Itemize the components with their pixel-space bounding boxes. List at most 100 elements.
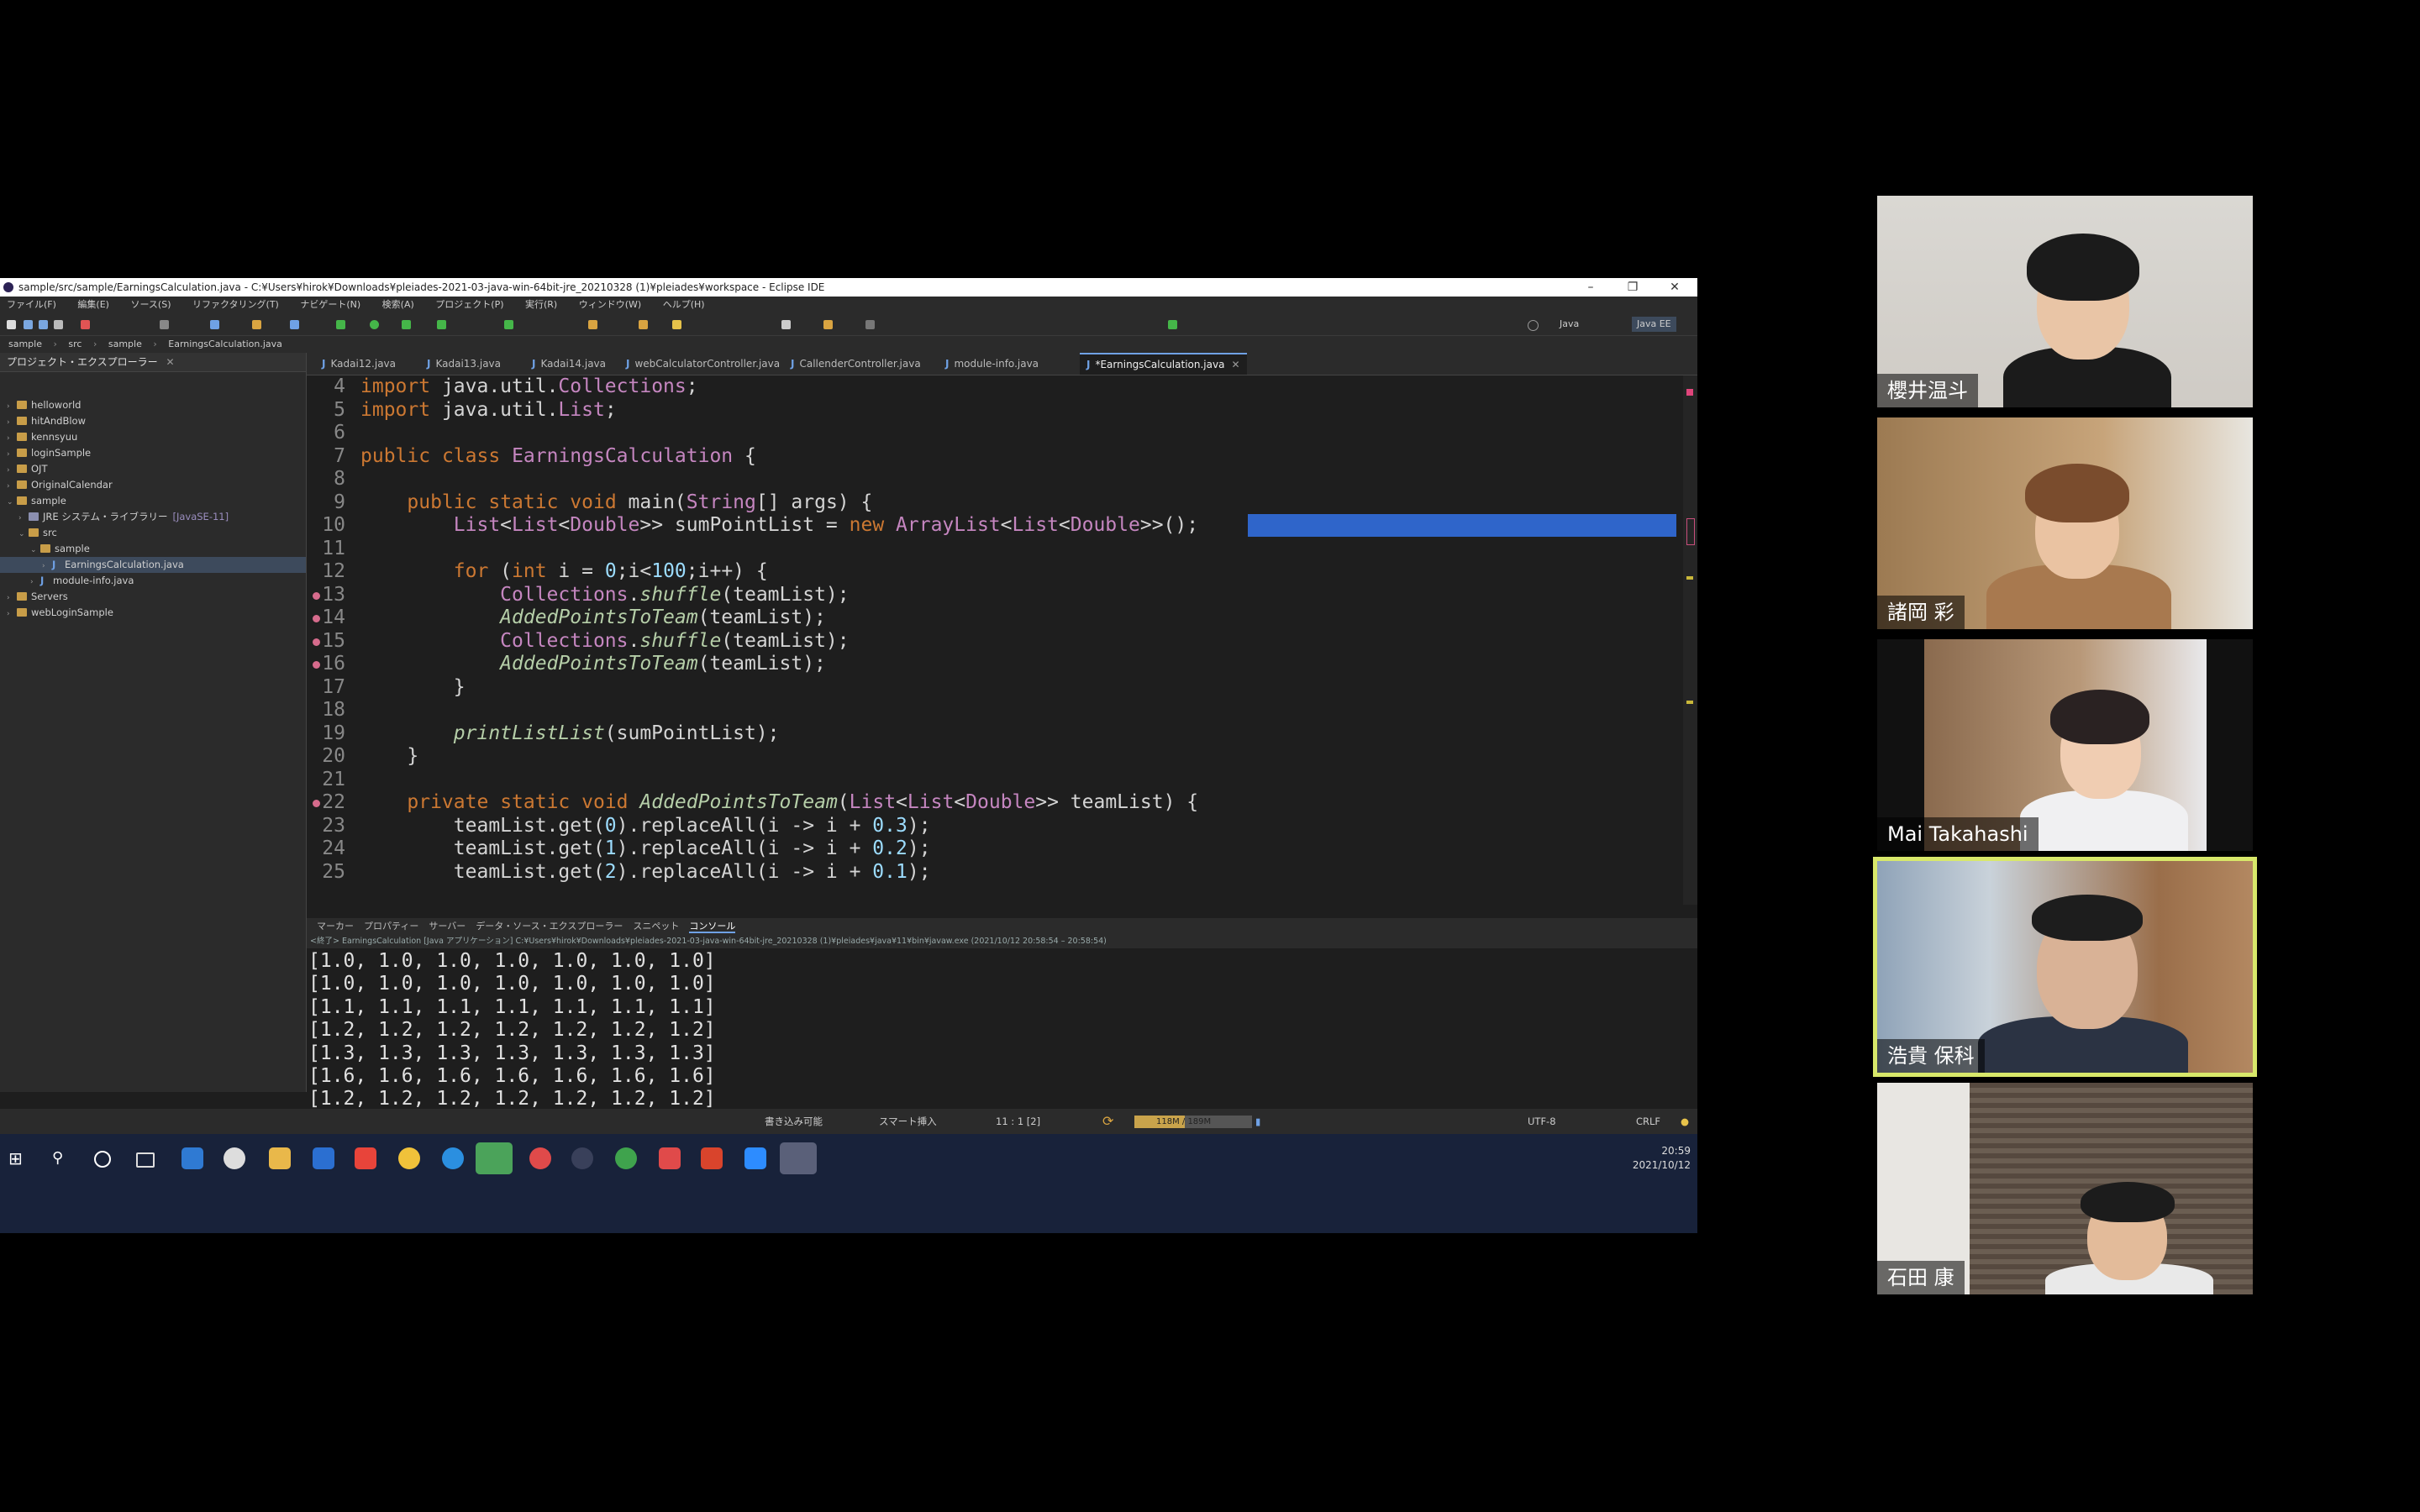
new-class-icon[interactable] xyxy=(252,320,261,329)
code-line[interactable]: 6 xyxy=(307,422,360,445)
line-icon[interactable] xyxy=(476,1142,513,1174)
code-line[interactable]: 5 import java.util.List; xyxy=(307,399,617,423)
tree-item[interactable]: › hitAndBlow xyxy=(0,413,306,429)
breakpoint-marker-icon[interactable] xyxy=(313,661,320,669)
code-line[interactable]: 14 AddedPointsToTeam(teamList); xyxy=(307,606,826,630)
code-line[interactable]: 13 Collections.shuffle(teamList); xyxy=(307,584,850,607)
close-button[interactable]: ✕ xyxy=(1655,278,1694,297)
menu-file[interactable]: ファイル(F) xyxy=(7,299,56,310)
change-marker[interactable] xyxy=(1686,518,1695,545)
breakpoint-marker-icon[interactable] xyxy=(313,638,320,646)
code-line[interactable]: 10 List<List<Double>> sumPointList = new… xyxy=(307,514,1676,538)
menu-edit[interactable]: 編集(E) xyxy=(77,299,109,310)
menu-window[interactable]: ウィンドウ(W) xyxy=(579,299,641,310)
open-type-icon[interactable] xyxy=(290,320,299,329)
editor-tab[interactable]: Jmodule-info.java xyxy=(939,353,1045,375)
taskbar-clock[interactable]: 20:59 2021/10/12 xyxy=(1633,1144,1691,1173)
search-toolbar-icon[interactable] xyxy=(210,320,219,329)
coverage-icon[interactable] xyxy=(437,320,446,329)
error-marker[interactable] xyxy=(1686,389,1693,396)
tree-item[interactable]: › Jmodule-info.java xyxy=(0,573,306,589)
code-editor[interactable]: 4 import java.util.Collections; 5 import ja… xyxy=(307,375,1685,905)
participant-tile-5[interactable]: 石田 康 xyxy=(1877,1083,2253,1294)
tree-item[interactable]: › kennsyuu xyxy=(0,429,306,445)
editor-overview-ruler[interactable] xyxy=(1683,375,1697,905)
restore-button[interactable]: ❐ xyxy=(1613,278,1652,297)
code-line[interactable]: 24 teamList.get(1).replaceAll(i -> i + 0… xyxy=(307,837,930,861)
participant-tile-1[interactable]: 櫻井温斗 xyxy=(1877,196,2253,407)
editor-tab[interactable]: J Kadai12.java xyxy=(315,353,402,375)
run-config-icon[interactable] xyxy=(402,320,411,329)
app-icon-circle[interactable] xyxy=(224,1147,245,1169)
menu-search[interactable]: 検索(A) xyxy=(382,299,414,310)
code-line[interactable]: 8 xyxy=(307,468,360,491)
run-icon[interactable] xyxy=(370,320,379,329)
editor-tab[interactable]: J CallenderController.java xyxy=(784,353,928,375)
participant-tile-2[interactable]: 諸岡 彩 xyxy=(1877,417,2253,629)
debug-icon[interactable] xyxy=(336,320,345,329)
minimize-button[interactable]: – xyxy=(1571,278,1610,297)
zoom-icon[interactable] xyxy=(744,1147,766,1169)
lightbulb-icon[interactable]: ● xyxy=(1681,1109,1689,1134)
breakpoint-marker-icon[interactable] xyxy=(313,800,320,807)
mark-occurrences-icon[interactable] xyxy=(672,320,681,329)
stop-icon[interactable] xyxy=(81,320,90,329)
settings-icon[interactable] xyxy=(780,1142,817,1174)
menu-project[interactable]: プロジェクト(P) xyxy=(435,299,503,310)
mail-icon[interactable] xyxy=(313,1147,334,1169)
console-output[interactable]: [1.0, 1.0, 1.0, 1.0, 1.0, 1.0, 1.0] [1.0,… xyxy=(307,950,1697,1110)
gmail-icon[interactable] xyxy=(355,1147,376,1169)
perspective-java-ee[interactable]: Java EE xyxy=(1632,317,1676,332)
breadcrumb-src[interactable]: src xyxy=(68,339,82,349)
code-line[interactable]: 17 } xyxy=(307,676,465,700)
external-tools-icon[interactable] xyxy=(504,320,513,329)
file-explorer-icon[interactable] xyxy=(269,1147,291,1169)
pin-editor-icon[interactable] xyxy=(1168,320,1177,329)
editor-tab[interactable]: J Kadai13.java xyxy=(420,353,508,375)
menu-help[interactable]: ヘルプ(H) xyxy=(663,299,705,310)
close-view-icon[interactable]: ✕ xyxy=(166,356,174,368)
app-icon-grid[interactable] xyxy=(659,1147,681,1169)
open-task-icon[interactable] xyxy=(588,320,597,329)
tree-item[interactable]: ⌄ src xyxy=(0,525,306,541)
code-line[interactable]: 20 } xyxy=(307,745,418,769)
code-line[interactable]: 11 xyxy=(307,538,360,561)
warning-marker-1[interactable] xyxy=(1686,576,1693,580)
tree-item[interactable]: › OJT xyxy=(0,461,306,477)
code-line[interactable]: 18 xyxy=(307,699,360,722)
menu-navigate[interactable]: ナビゲート(N) xyxy=(300,299,360,310)
office-icon[interactable] xyxy=(701,1147,723,1169)
tree-item[interactable]: ⌄ sample xyxy=(0,541,306,557)
tree-item[interactable]: › webLoginSample xyxy=(0,605,306,621)
next-annotation-icon[interactable] xyxy=(781,320,791,329)
console-tab[interactable]: マーカー xyxy=(317,921,354,932)
eclipse-taskbar-icon[interactable] xyxy=(571,1147,593,1169)
app-icon-red[interactable] xyxy=(529,1147,551,1169)
breakpoint-marker-icon[interactable] xyxy=(313,591,320,600)
code-line[interactable]: 12 for (int i = 0;i<100;i++) { xyxy=(307,560,767,584)
menu-run[interactable]: 実行(R) xyxy=(525,299,557,310)
console-tab[interactable]: プロパティー xyxy=(364,921,418,932)
breadcrumb-project[interactable]: sample xyxy=(8,339,42,349)
forward-icon[interactable] xyxy=(865,320,875,329)
participant-tile-4-active-speaker[interactable]: 浩貴 保科 xyxy=(1873,857,2257,1077)
breadcrumb-file[interactable]: EarningsCalculation.java xyxy=(168,339,282,349)
tree-item[interactable]: › Servers xyxy=(0,589,306,605)
menu-source[interactable]: ソース(S) xyxy=(130,299,171,310)
editor-tab[interactable]: JwebCalculatorController.java xyxy=(619,353,786,375)
console-tab[interactable]: サーバー xyxy=(429,921,466,932)
tree-item[interactable]: › loginSample xyxy=(0,445,306,461)
code-line[interactable]: 15 Collections.shuffle(teamList); xyxy=(307,630,850,654)
tree-item[interactable]: › JRE システム・ライブラリー [JavaSE-11] xyxy=(0,509,306,525)
console-tab[interactable]: コンソール xyxy=(689,921,736,933)
code-line[interactable]: 25 teamList.get(2).replaceAll(i -> i + 0… xyxy=(307,861,930,885)
code-line[interactable]: 23 teamList.get(0).replaceAll(i -> i + 0… xyxy=(307,815,930,838)
code-line[interactable]: 21 xyxy=(307,769,360,792)
editor-tab[interactable]: J Kadai14.java xyxy=(525,353,613,375)
taskbar-search-icon[interactable]: ⚲ xyxy=(52,1147,74,1169)
heap-status[interactable]: 118M / 189M xyxy=(1134,1116,1252,1128)
windows-start-icon[interactable]: ⊞ xyxy=(8,1147,30,1169)
search-icon[interactable] xyxy=(639,320,648,329)
warning-marker-2[interactable] xyxy=(1686,701,1693,704)
breadcrumb-package[interactable]: sample xyxy=(108,339,142,349)
